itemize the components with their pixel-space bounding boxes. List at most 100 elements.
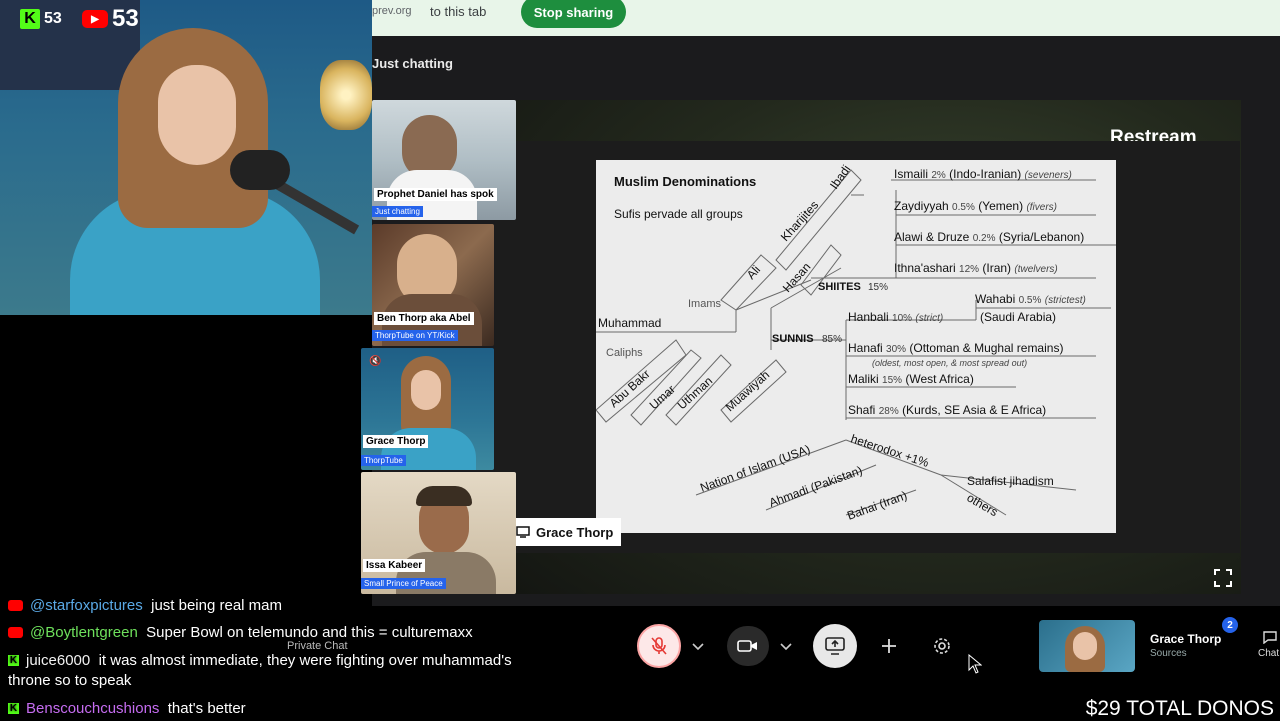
hanafi-note: (oldest, most open, & most spread out) [872,358,1027,368]
kick-icon: K [20,9,40,29]
chat-message: @Boytlentgreen Super Bowl on telemundo a… [8,624,473,642]
chat-bubble-icon [1263,631,1277,644]
sunnis-pct: 85% [822,334,842,345]
chat-text: that's better [167,700,246,717]
heterodox-label: heterodox +1% [849,432,931,470]
kick-icon: K [8,654,19,666]
screen-share-icon [516,526,530,538]
participant-tag: Just chatting [372,206,423,217]
branch-shafi: Shafi 28% (Kurds, SE Asia & E Africa) [848,403,1046,417]
chat-message: @starfoxpictures just being real mam [8,597,282,615]
notification-badge: 2 [1222,617,1238,633]
stream-title: Just chatting [372,56,453,71]
imams-label: Imams [688,298,722,310]
chat-text: Super Bowl on telemundo and this = cultu… [146,624,473,641]
mic-off-icon [651,637,667,655]
shia-branches: Ismaili 2% (Indo-Iranian) (seveners) Zay… [894,167,1084,275]
denomination-tree: Muslim Denominations Sufis pervade all g… [596,162,1116,523]
imam-name: Hasan [780,260,814,295]
chat-username: @Boytlentgreen [30,624,138,641]
add-button[interactable] [871,628,907,664]
chat-message-continued: throne so to speak [8,672,132,689]
chat-message: Kjuice6000 it was almost immediate, they… [8,652,512,670]
branch-alawi: Alawi & Druze 0.2% (Syria/Lebanon) [894,230,1084,244]
chevron-down-icon[interactable] [690,638,706,654]
camera-icon [737,640,757,652]
chevron-down-icon[interactable] [778,638,794,654]
chat-text: it was almost immediate, they were fight… [98,652,512,669]
branch-ismaili: Ismaili 2% (Indo-Iranian) (seveners) [894,167,1072,181]
chat-text: just being real mam [151,597,283,614]
lamp [320,60,372,130]
kick-icon: K [8,702,19,714]
muted-speaker-icon: 🔇 [369,356,382,367]
participant-tile[interactable]: Prophet Daniel has spok Just chatting [372,100,516,220]
plus-icon [882,639,896,653]
branch-ithnaashari: Ithna'ashari 12% (Iran) (twelvers) [894,261,1058,275]
branch-hanafi: Hanafi 30% (Ottoman & Mughal remains) [848,341,1063,355]
participant-tile[interactable]: 🔇 Grace Thorp ThorpTube [361,348,494,470]
sunnis-label: SUNNIS [772,333,814,345]
present-screen-icon [825,637,845,655]
youtube-icon: ▶ [82,10,108,28]
root-label: Muhammad [598,316,661,330]
chat-username: @starfoxpictures [30,597,143,614]
fullscreen-icon[interactable] [1214,569,1232,587]
presenter-label: Grace Thorp [504,518,622,546]
gear-icon [934,638,950,654]
youtube-icon [8,599,23,611]
caliphs-label: Caliphs [606,347,643,359]
self-name: Grace Thorp [1150,632,1222,646]
sources-label[interactable]: Sources [1150,648,1187,659]
self-preview-thumbnail[interactable] [1039,620,1135,672]
chat-username: juice6000 [26,652,91,669]
heterodox-group: Salafist jihadism [967,474,1054,488]
sunni-branches: Hanbali 10% (strict) Hanafi 30% (Ottoman… [848,310,1063,417]
ibadi-label: Ibadi [827,162,853,191]
kick-viewer-count: K 53 [20,8,62,30]
shiites-label: SHIITES [818,281,861,293]
chat-username: Benscouchcushions [26,700,160,717]
wahabi-region: (Saudi Arabia) [980,310,1056,324]
participant-tag: ThorpTube [361,455,406,466]
branch-hanbali: Hanbali 10% (strict) [848,310,943,324]
presenter-name: Grace Thorp [536,524,614,540]
participant-tag: Small Prince of Peace [361,578,446,589]
branch-zaydiyyah: Zaydiyyah 0.5% (Yemen) (fivers) [894,199,1057,213]
imam-name: Ali [744,263,763,282]
kharijites-label: Kharijites [778,198,821,244]
slide: Muslim Denominations Sufis pervade all g… [596,160,1116,533]
slide-subtitle: Sufis pervade all groups [614,207,743,221]
mute-mic-button[interactable] [637,624,681,668]
sharing-text: to this tab [430,4,487,19]
participant-tag: ThorpTube on YT/Kick [372,330,458,341]
microphone [230,150,290,190]
participant-name: Grace Thorp [363,435,429,448]
participant-tile[interactable]: Issa Kabeer Small Prince of Peace [361,472,516,594]
heterodox-group: others [965,490,1001,519]
shiites-pct: 15% [868,282,888,293]
heterodox-group: Bahai (Iran) [845,488,909,523]
shared-url: prev.org [372,5,412,17]
mouse-cursor-icon [968,654,982,674]
share-screen-button[interactable] [813,624,857,668]
tab-sharing-bar: prev.org to this tab Stop sharing [372,0,1280,36]
caliph-name: Uthman [675,374,716,413]
camera-button[interactable] [727,626,769,666]
participant-name: Prophet Daniel has spok [374,188,497,201]
participant-tile[interactable]: Ben Thorp aka Abel ThorpTube on YT/Kick [372,224,494,346]
chat-message: K Benscouchcushions that's better [8,700,246,718]
participant-name: Ben Thorp aka Abel [374,312,474,325]
slide-title: Muslim Denominations [614,174,756,189]
stop-sharing-button[interactable]: Stop sharing [521,0,626,28]
chat-tab-label: Chat [1258,648,1280,659]
youtube-viewer-count: ▶ 53 [82,5,139,32]
heterodox-group: Ahmadi (Pakistan) [767,463,864,510]
settings-button[interactable] [924,628,960,664]
youtube-icon [8,626,23,638]
participant-name: Issa Kabeer [363,559,426,572]
branch-maliki: Maliki 15% (West Africa) [848,372,974,386]
webcam-feed: K 53 ▶ 53 [0,0,372,315]
branch-wahabi: Wahabi 0.5% (strictest) [975,292,1086,306]
donations-total: $29 TOTAL DONOS [1085,697,1274,720]
